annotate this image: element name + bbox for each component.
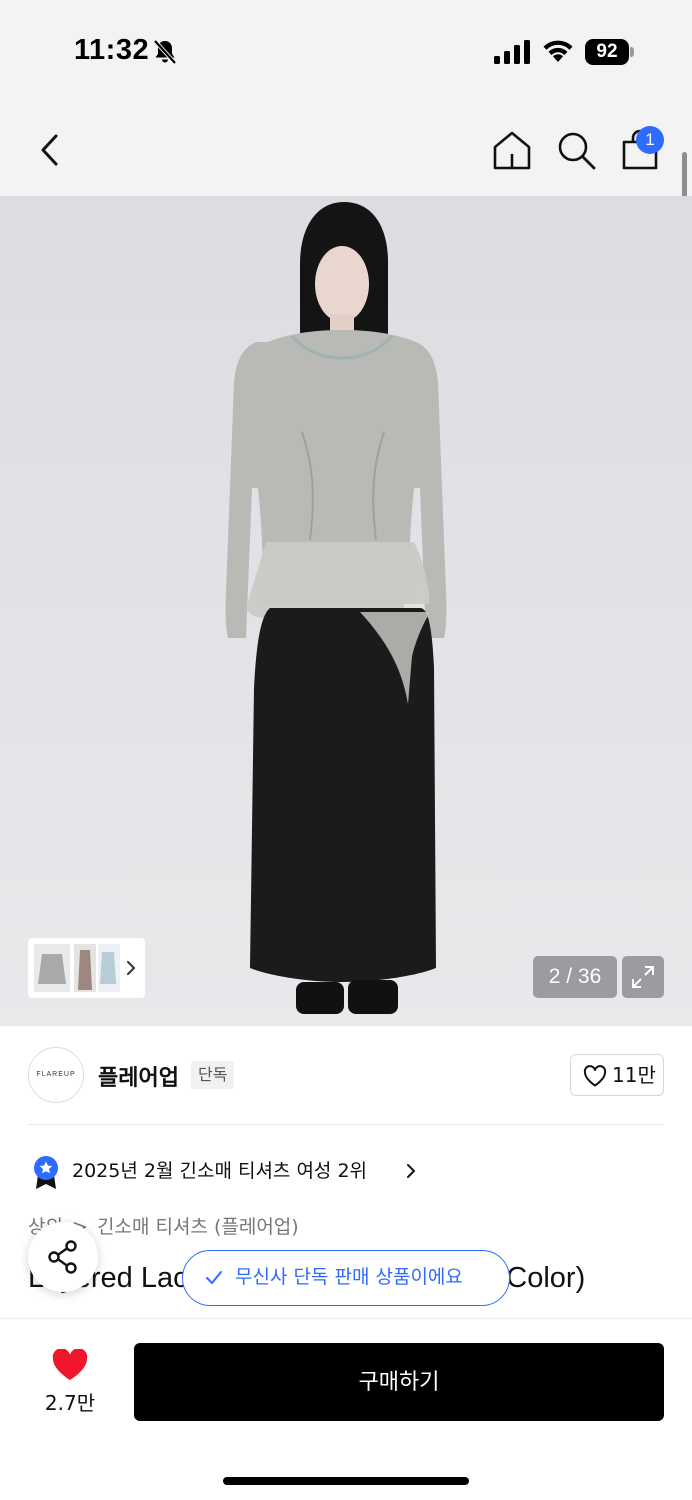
status-time: 11:32 [74,34,150,66]
status-bar: 11:32 92 [0,0,692,100]
home-indicator [223,1477,469,1485]
brand-name[interactable]: 플레어업 [98,1060,179,1092]
share-button[interactable] [28,1222,98,1292]
battery-tip [630,47,634,57]
checkmark-icon [206,1271,222,1284]
battery-level: 92 [585,39,629,65]
toast-text: 무신사 단독 판매 상품이에요 [235,1266,463,1288]
home-icon[interactable] [490,128,534,172]
heart-outline-icon [583,1065,607,1087]
nav-bar [0,100,692,196]
product-image[interactable]: 2 / 36 [0,196,692,1026]
buy-button[interactable]: 구매하기 [134,1343,664,1421]
battery-icon: 92 [585,39,635,65]
brand-like-button[interactable]: 11만 [570,1054,664,1096]
share-icon [48,1240,77,1274]
ranking-badge-icon [34,1156,58,1189]
search-icon[interactable] [554,128,598,172]
back-chevron-icon[interactable] [30,130,70,170]
brand-logo[interactable]: FLAREUP [28,1047,84,1103]
bell-slash-icon [153,39,177,65]
model-photo [225,202,447,1014]
image-counter: 2 / 36 [533,956,617,998]
exclusive-tag: 단독 [191,1061,235,1089]
signal-icon [494,40,530,64]
bottom-bar: 2.7만 구매하기 [0,1318,692,1500]
divider [28,1124,664,1125]
thumbnail-strip[interactable] [28,938,145,998]
expand-button[interactable] [622,956,664,998]
thumbnail-images [34,944,120,992]
cart-count-badge: 1 [636,126,664,154]
wish-count: 2.7만 [44,1391,96,1415]
chevron-right-icon [127,961,136,975]
ranking-text[interactable]: 2025년 2월 긴소매 티셔츠 여성 2위 [72,1156,367,1183]
expand-arrows-icon [632,966,654,988]
chevron-right-icon [407,1164,416,1178]
wifi-icon [543,40,573,62]
brand-like-count: 11만 [612,1063,656,1087]
wish-heart-icon[interactable] [52,1349,88,1381]
exclusive-toast: 무신사 단독 판매 상품이에요 [182,1250,510,1306]
breadcrumb-subcategory[interactable]: 긴소매 티셔츠 (플레어업) [97,1216,299,1238]
